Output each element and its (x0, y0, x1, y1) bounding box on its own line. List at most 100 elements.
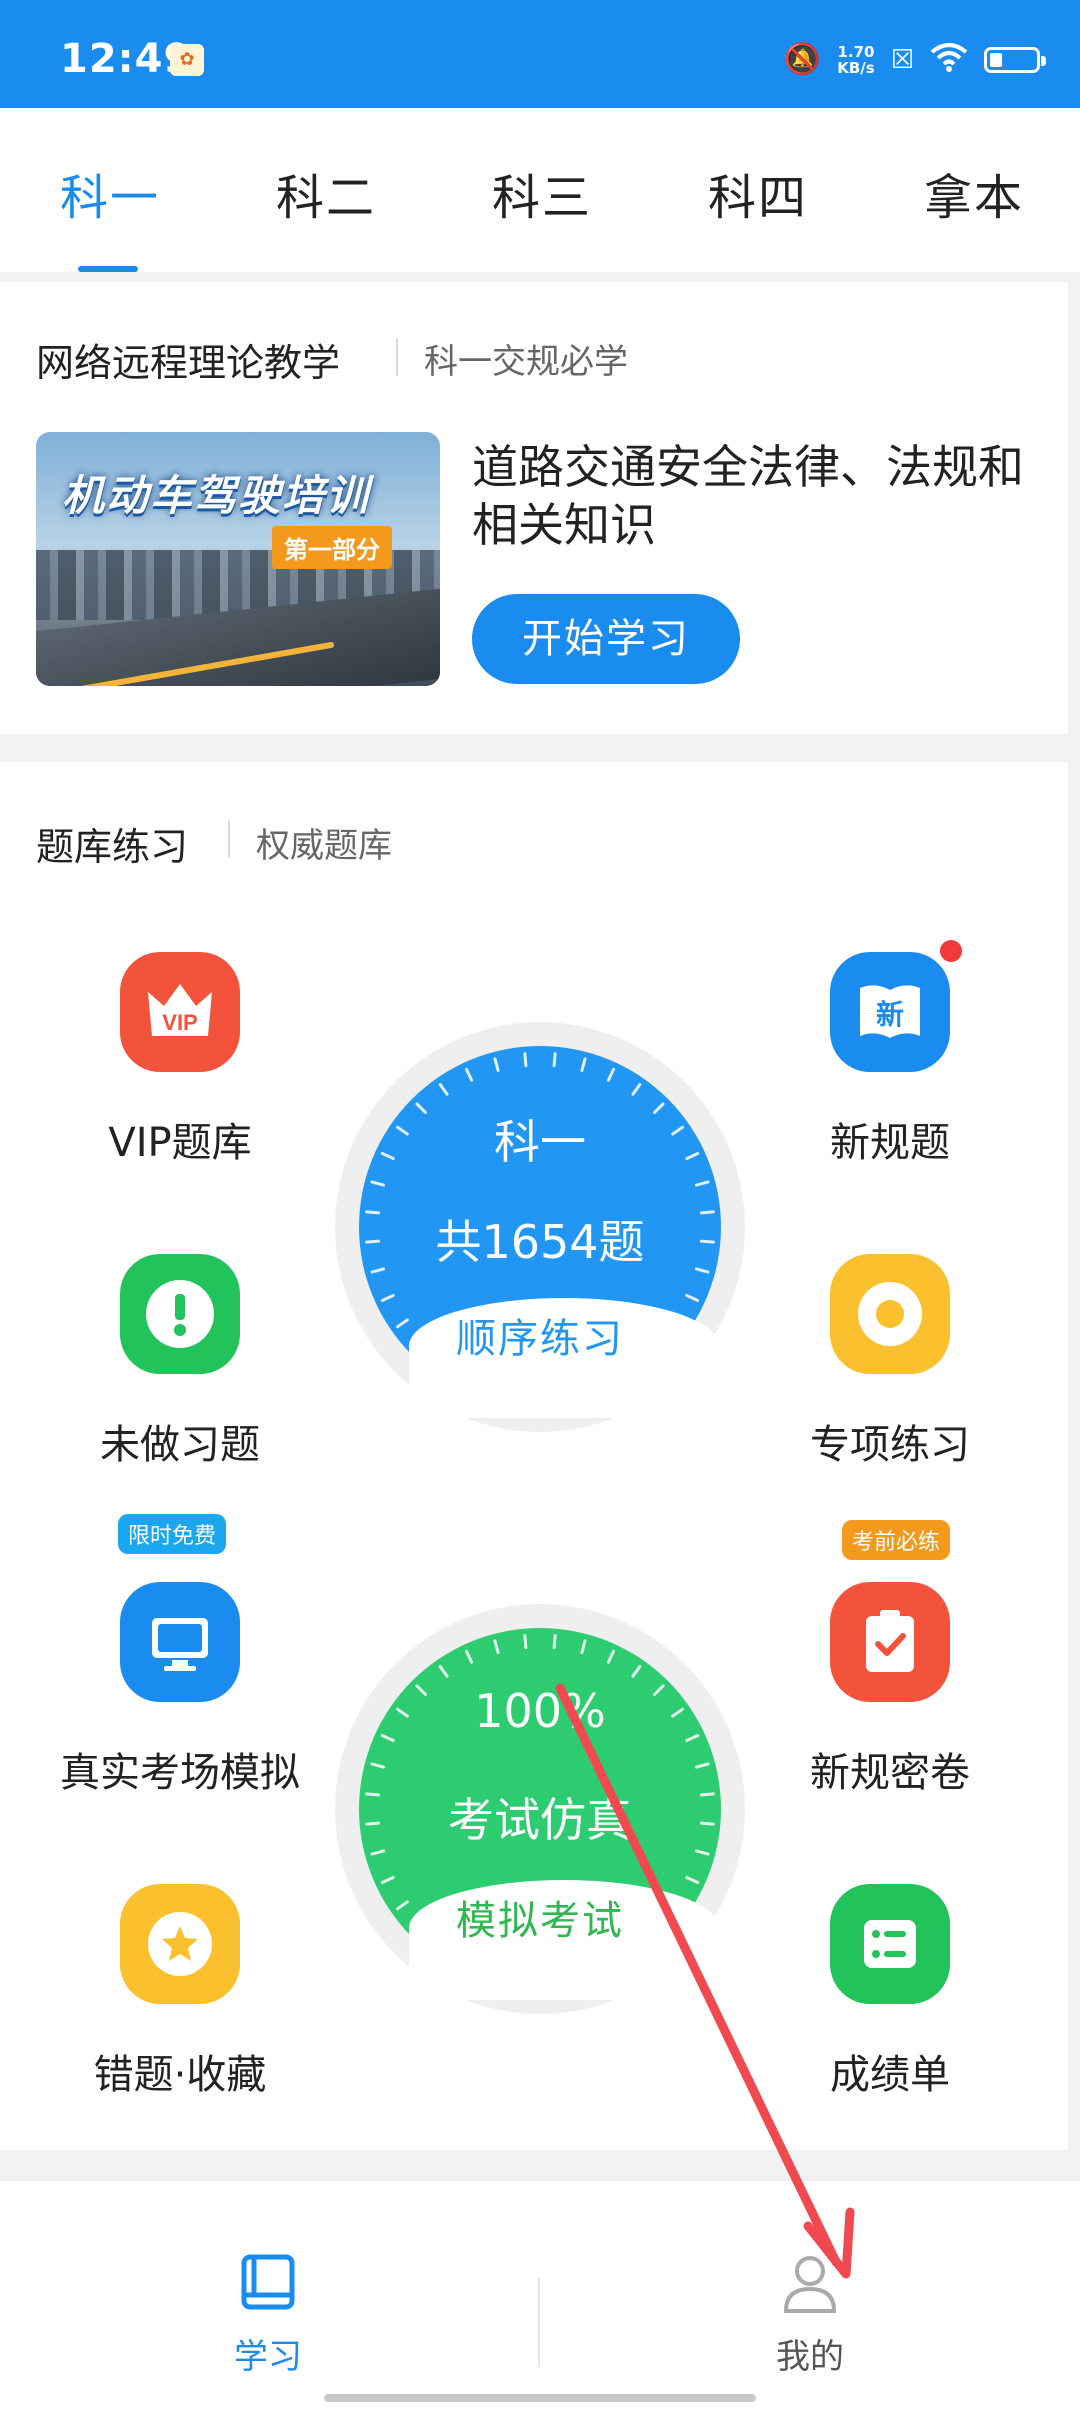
feature-label: 专项练习 (810, 1422, 970, 1468)
gauge-tick (580, 1057, 587, 1073)
book-icon (241, 2254, 295, 2310)
gauge-exam-title: 考试仿真 (448, 1793, 632, 1847)
unanswered-questions-button[interactable]: 未做习题 (30, 1254, 330, 1470)
target-icon (830, 1254, 950, 1374)
network-speed: 1.70 KB/s (837, 44, 874, 76)
new-dot-indicator (940, 940, 962, 962)
tab-ke1[interactable]: 科一 (60, 158, 160, 228)
new-book-icon: 新 (830, 952, 950, 1072)
feature-label: 错题·收藏 (93, 2052, 267, 2098)
new-rules-paper-button[interactable]: 新规密卷 (740, 1582, 1040, 1798)
feature-label: VIP题库 (108, 1120, 252, 1166)
feature-label: 真实考场模拟 (60, 1750, 300, 1796)
monitor-icon (120, 1582, 240, 1702)
score-sheet-button[interactable]: 成绩单 (740, 1884, 1040, 2100)
section-subtitle: 科一交规必学 (424, 342, 628, 382)
divider (228, 820, 230, 858)
mock-exam-gauge[interactable]: 100% 考试仿真 模拟考试 (335, 1604, 745, 2014)
clipboard-check-icon (830, 1582, 950, 1702)
gauge-tick (464, 1649, 474, 1664)
nav-mine[interactable]: 我的 (710, 2251, 910, 2378)
gauge-tick (380, 1875, 395, 1885)
new-rules-button[interactable]: 新 新规题 (740, 952, 1040, 1168)
mute-bell-icon: 🔕 (783, 42, 822, 77)
remote-course-card: 网络远程理论教学 科一交规必学 机动车驾驶培训 第一部分 道路交通安全法律、法规… (0, 282, 1068, 734)
tab-ke3[interactable]: 科三 (492, 158, 592, 228)
lesson-title[interactable]: 道路交通安全法律、法规和相关知识 (472, 438, 1032, 554)
person-icon (783, 2256, 837, 2313)
sim-icon: ☒ (890, 45, 914, 75)
gauge-tick (438, 1664, 449, 1678)
nav-label: 学习 (234, 2337, 302, 2377)
section-title: 网络远程理论教学 (36, 341, 341, 385)
svg-text:新: 新 (876, 998, 904, 1031)
gauge-tick (631, 1664, 642, 1678)
tab-ke4[interactable]: 科四 (708, 158, 808, 228)
section-title: 题库练习 (36, 825, 189, 869)
wrong-favorites-button[interactable]: 错题·收藏 (30, 1884, 330, 2100)
question-bank-card: 题库练习 权威题库 VIP VIP题库 新 新规题 未做习题 专项练习 限时免费 (0, 762, 1068, 2150)
sequential-practice-gauge[interactable]: 科一 共1654题 顺序练习 (335, 1022, 745, 1432)
start-learning-button[interactable]: 开始学习 (472, 594, 740, 684)
mock-exam-label: 模拟考试 (456, 1898, 624, 1944)
status-icons: 🔕 1.70 KB/s ☒ (783, 40, 1046, 80)
gauge-tick (370, 1849, 386, 1856)
scrollbar (1068, 762, 1080, 1382)
network-speed-value: 1.70 (837, 43, 875, 61)
vip-bank-button[interactable]: VIP VIP题库 (30, 952, 330, 1168)
gauge-dial: 100% 考试仿真 模拟考试 (359, 1628, 721, 2000)
thumbnail-tag: 第一部分 (272, 526, 392, 569)
star-icon (120, 1884, 240, 2004)
must-practice-badge: 考前必练 (842, 1520, 951, 1560)
special-practice-button[interactable]: 专项练习 (740, 1254, 1040, 1470)
status-bar: 12:49 ✿ 🔕 1.70 KB/s ☒ (0, 0, 1080, 108)
gauge-tick (694, 1180, 710, 1187)
svg-text:VIP: VIP (162, 1010, 197, 1035)
nav-study[interactable]: 学习 (168, 2251, 368, 2378)
nav-label: 我的 (776, 2337, 844, 2377)
feature-label: 新规密卷 (810, 1750, 970, 1796)
gauge-tick (523, 1634, 528, 1650)
gauge-question-count: 共1654题 (435, 1215, 645, 1269)
gauge-tick (606, 1067, 616, 1082)
crown-vip-icon: VIP (120, 952, 240, 1072)
gauge-tick (464, 1067, 474, 1082)
tab-ke2[interactable]: 科二 (276, 158, 376, 228)
exclamation-icon (120, 1254, 240, 1374)
sequential-practice-label: 顺序练习 (456, 1316, 624, 1362)
gauge-dial: 科一 共1654题 顺序练习 (359, 1046, 721, 1418)
gauge-tick (493, 1057, 500, 1073)
real-exam-simulation-button[interactable]: 真实考场模拟 (30, 1582, 330, 1798)
gauge-tick (552, 1052, 557, 1068)
gauge-tick (631, 1082, 642, 1096)
network-speed-unit: KB/s (837, 59, 875, 77)
list-icon (830, 1884, 950, 2004)
course-thumbnail[interactable]: 机动车驾驶培训 第一部分 (36, 432, 440, 686)
bottom-nav: 学习 我的 (0, 2180, 1080, 2409)
gauge-subject: 科一 (494, 1115, 586, 1169)
home-indicator[interactable] (324, 2394, 756, 2402)
nav-divider (538, 2277, 540, 2367)
gauge-tick (685, 1875, 700, 1885)
gauge-tick (694, 1849, 710, 1856)
gauge-tick (380, 1293, 395, 1303)
tab-nabeng[interactable]: 拿本 (924, 158, 1024, 228)
gauge-tick (580, 1639, 587, 1655)
gauge-percent: 100% (474, 1684, 606, 1738)
gauge-tick (370, 1180, 386, 1187)
battery-icon (984, 47, 1046, 73)
gauge-tick (606, 1649, 616, 1664)
limited-free-badge: 限时免费 (118, 1514, 227, 1554)
gauge-tick (493, 1639, 500, 1655)
gauge-tick (438, 1082, 449, 1096)
feature-label: 未做习题 (100, 1422, 260, 1468)
gauge-tick (370, 1762, 386, 1769)
active-tab-indicator (78, 266, 138, 272)
wifi-icon (930, 42, 968, 78)
feature-label: 成绩单 (830, 2052, 950, 2098)
gauge-tick (523, 1052, 528, 1068)
app-notification-icon: ✿ (170, 44, 204, 76)
gauge-tick (552, 1634, 557, 1650)
divider (396, 338, 398, 376)
section-subtitle: 权威题库 (256, 826, 392, 866)
